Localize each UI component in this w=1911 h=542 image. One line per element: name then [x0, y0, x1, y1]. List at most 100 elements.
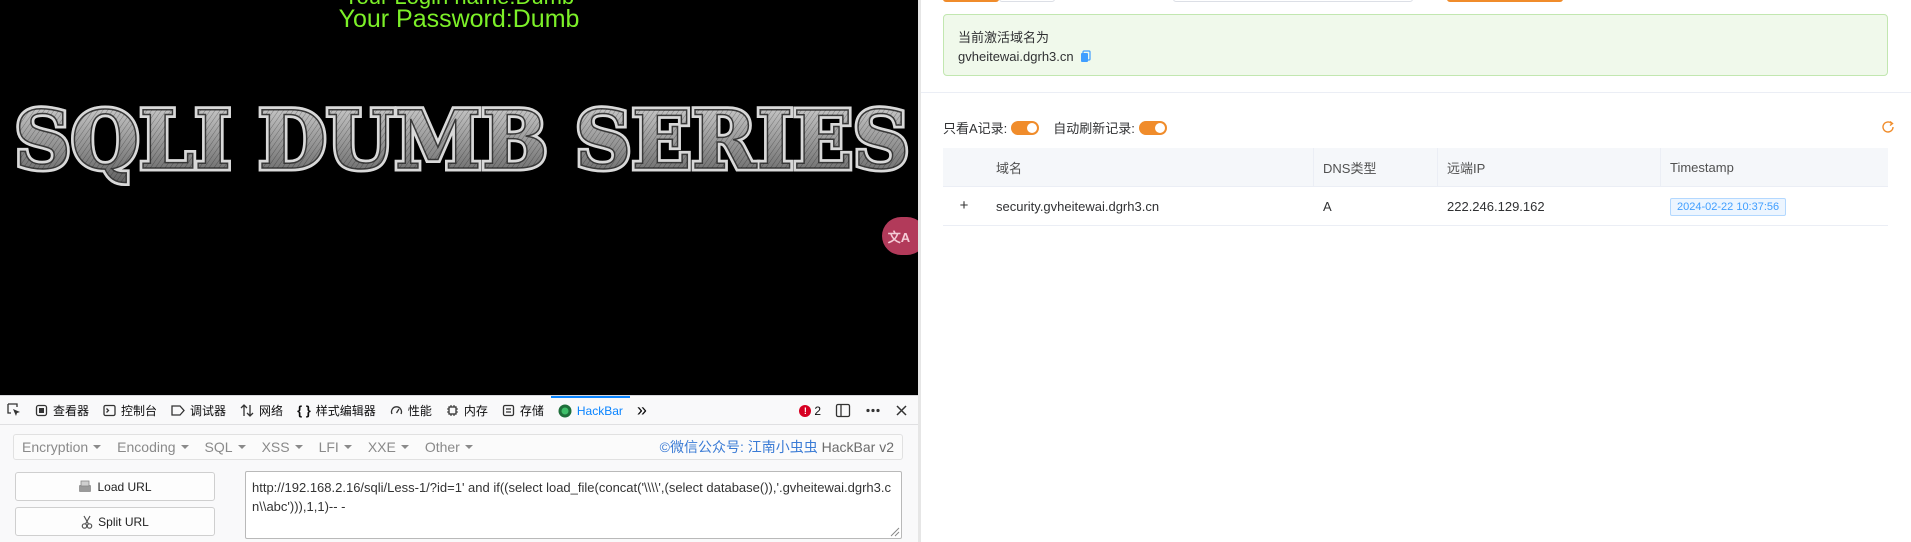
tab-debugger[interactable]: 调试器: [164, 396, 233, 425]
svg-text:SQLI DUMB SERIES: SQLI DUMB SERIES: [15, 96, 910, 186]
password-line: Your Password:Dumb: [338, 5, 580, 33]
tab-console[interactable]: 控制台: [96, 396, 164, 425]
error-counter[interactable]: ! 2: [799, 404, 821, 418]
memory-icon: [446, 404, 458, 416]
row-dns-type: A: [1323, 199, 1332, 214]
tab-inspector[interactable]: 查看器: [28, 396, 96, 425]
menu-label: LFI: [318, 439, 339, 455]
menu-sql[interactable]: SQL: [197, 439, 254, 455]
hackbar-menubar: Encryption Encoding SQL XSS LFI XXE Othe…: [13, 434, 903, 460]
more-options-icon[interactable]: [865, 403, 881, 418]
column-domain[interactable]: 域名: [988, 148, 1022, 187]
caret-down-icon: [237, 445, 246, 449]
menu-label: Encoding: [117, 439, 176, 455]
hackbar-icon: [558, 404, 572, 418]
input-edge[interactable]: [1173, 0, 1413, 2]
copy-icon[interactable]: [1080, 50, 1091, 63]
sqli-dumb-series-banner: SQLI DUMB SERIES SQLI DUMB SERIES SQLI D…: [11, 96, 913, 186]
caret-down-icon: [343, 445, 352, 449]
tab-network[interactable]: 网络: [233, 396, 290, 425]
credit-wechat: ©微信公众号: 江南小虫虫: [659, 439, 818, 455]
debugger-icon: [171, 404, 185, 416]
scissors-icon: [81, 515, 93, 529]
row-domain: security.gvheitewai.dgrh3.cn: [996, 199, 1160, 214]
dock-icon[interactable]: [835, 403, 851, 418]
load-url-label: Load URL: [97, 479, 152, 494]
storage-icon: [502, 404, 514, 416]
table-header: 域名 DNS类型 远端IP Timestamp: [943, 148, 1888, 187]
column-dns-type[interactable]: DNS类型: [1315, 148, 1376, 187]
tab-label: 调试器: [190, 403, 227, 418]
caret-down-icon: [464, 445, 473, 449]
column-timestamp[interactable]: Timestamp: [1662, 148, 1734, 187]
caret-down-icon: [400, 445, 409, 449]
browser-pane: Your Login name:Dumb Your Password:Dumb …: [0, 0, 918, 542]
menu-other[interactable]: Other: [417, 439, 481, 455]
expand-row-icon[interactable]: +: [957, 198, 971, 213]
tab-label: 查看器: [53, 403, 90, 418]
menu-xss[interactable]: XSS: [254, 439, 311, 455]
tab-label: 网络: [259, 403, 284, 418]
tab-storage[interactable]: 存储: [495, 396, 551, 425]
performance-icon: [390, 405, 402, 414]
tab-memory[interactable]: 内存: [439, 396, 495, 425]
column-separator: [1313, 148, 1314, 187]
menu-xxe[interactable]: XXE: [360, 439, 417, 455]
refresh-button-edge[interactable]: [999, 0, 1055, 2]
tab-label: 性能: [407, 403, 432, 418]
menu-label: Other: [424, 439, 460, 455]
a-record-switch[interactable]: [1011, 120, 1040, 135]
split-url-button[interactable]: Split URL: [15, 507, 215, 536]
pick-element-icon: [7, 403, 20, 416]
tab-label: HackBar: [576, 404, 623, 418]
menu-label: SQL: [204, 439, 233, 455]
screen: Your Login name:Dumb Your Password:Dumb …: [0, 0, 1911, 542]
menu-encryption[interactable]: Encryption: [14, 439, 109, 455]
section-divider: [921, 92, 1911, 93]
get-subdomain-button-edge[interactable]: [943, 0, 999, 2]
console-icon: [103, 404, 116, 416]
menu-label: XSS: [261, 439, 290, 455]
caret-down-icon: [180, 445, 189, 449]
timestamp-tag: 2024-02-22 10:37:56: [1670, 197, 1787, 216]
alert-title: 当前激活域名为: [958, 30, 1050, 45]
tab-label: 存储: [519, 403, 544, 418]
page-content: Your Login name:Dumb Your Password:Dumb …: [0, 0, 918, 395]
tab-label: 控制台: [121, 403, 158, 418]
caret-down-icon: [294, 445, 303, 449]
element-picker-button[interactable]: [0, 396, 28, 425]
credit-version: HackBar v2: [817, 439, 894, 455]
menu-label: Encryption: [22, 439, 89, 455]
menu-label: XXE: [367, 439, 396, 455]
menu-encoding[interactable]: Encoding: [109, 439, 196, 455]
tab-style-editor[interactable]: { } 样式编辑器: [290, 396, 383, 425]
menu-lfi[interactable]: LFI: [311, 439, 360, 455]
auto-refresh-switch[interactable]: [1138, 120, 1167, 135]
url-input[interactable]: http://192.168.2.16/sqli/Less-1/?id=1' a…: [245, 471, 902, 539]
error-count: 2: [814, 403, 821, 418]
devtools-tabbar: 查看器 控制台 调试器 网络 { } 样式编辑器 性能 内存 存储 HackBa…: [0, 395, 918, 425]
active-domain: gvheitewai.dgrh3.cn: [958, 49, 1074, 64]
inspector-icon: [35, 404, 48, 416]
hackbar-credit: ©微信公众号: 江南小虫虫 HackBar v2: [660, 437, 902, 457]
more-tabs-button[interactable]: »: [630, 396, 654, 425]
active-domain-alert: 当前激活域名为 gvheitewai.dgrh3.cn: [943, 14, 1888, 76]
tab-hackbar[interactable]: HackBar: [550, 395, 630, 425]
filter-toggles: 只看A记录: 自动刷新记录:: [943, 118, 1181, 137]
split-url-label: Split URL: [98, 514, 149, 529]
translate-icon[interactable]: 文A: [882, 217, 918, 255]
close-icon[interactable]: [895, 404, 908, 417]
resize-grip-icon[interactable]: [890, 527, 900, 537]
load-url-button[interactable]: Load URL: [15, 472, 215, 501]
column-remote-ip[interactable]: 远端IP: [1439, 148, 1485, 187]
tab-performance[interactable]: 性能: [383, 396, 439, 425]
caret-down-icon: [93, 445, 102, 449]
action-button-edge[interactable]: [1447, 0, 1563, 2]
a-record-filter: 只看A记录:: [943, 118, 1040, 137]
alert-domain-row: gvheitewai.dgrh3.cn: [958, 49, 1091, 64]
auto-refresh-filter: 自动刷新记录:: [1053, 118, 1167, 137]
refresh-icon[interactable]: [1881, 120, 1895, 134]
a-record-label: 只看A记录:: [943, 121, 1008, 136]
row-timestamp-cell: 2024-02-22 10:37:56: [1662, 187, 1787, 226]
row-remote-ip: 222.246.129.162: [1447, 199, 1545, 214]
